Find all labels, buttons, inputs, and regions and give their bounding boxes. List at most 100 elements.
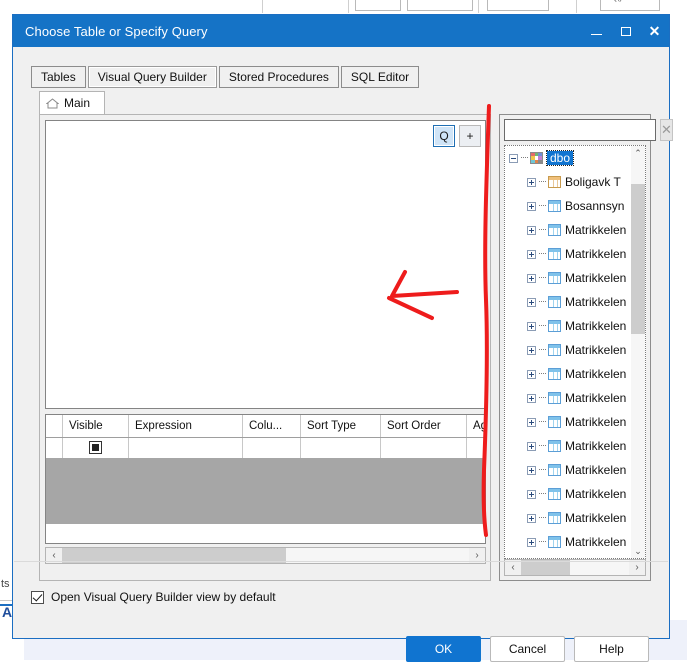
grid-header-aggregate[interactable]: Aggregate: [466, 415, 485, 438]
tree-node-matrikkelen[interactable]: Matrikkelen: [505, 506, 632, 530]
expand-icon[interactable]: [527, 369, 536, 379]
expand-icon[interactable]: [527, 393, 536, 403]
tree-connector: [539, 469, 546, 471]
expand-icon[interactable]: [527, 249, 536, 259]
subtab-main[interactable]: Main: [39, 91, 105, 114]
canvas-toolbar: Q +: [433, 125, 481, 147]
tree-node-boligavk-t[interactable]: Boligavk T: [505, 170, 632, 194]
open-by-default-checkbox[interactable]: [31, 590, 44, 604]
tree-node-bosannsyn[interactable]: Bosannsyn: [505, 194, 632, 218]
tree-node-label: Matrikkelen: [565, 271, 627, 285]
tab-tables[interactable]: Tables: [31, 66, 86, 88]
grid-header-expression[interactable]: Expression: [128, 415, 243, 438]
visible-checkbox[interactable]: [89, 441, 102, 454]
tree-node-label: Matrikkelen: [565, 343, 627, 357]
expand-icon[interactable]: [527, 345, 536, 355]
expand-icon[interactable]: [527, 465, 536, 475]
object-tree-panel: ✕ dbo Boligavk T Bosannsyn Matrikkelen M…: [499, 114, 673, 581]
grid-header-sort-order[interactable]: Sort Order: [380, 415, 467, 438]
tree-node-matrikkelen[interactable]: Matrikkelen: [505, 314, 632, 338]
tree-node-matrikkelen[interactable]: Matrikkelen: [505, 530, 632, 554]
background-cell: Alt + Ctrl00: [487, 0, 549, 11]
tree-node-matrikkelen[interactable]: Matrikkelen: [505, 266, 632, 290]
tree-node-matrikkelen[interactable]: Matrikkelen: [505, 482, 632, 506]
expand-icon[interactable]: [527, 177, 536, 187]
grid-header-visible[interactable]: Visible: [62, 415, 129, 438]
expand-icon[interactable]: [527, 225, 536, 235]
tree-node-label: Matrikkelen: [565, 439, 627, 453]
table-icon: [548, 320, 561, 332]
expand-icon[interactable]: [527, 537, 536, 547]
expand-icon[interactable]: [527, 297, 536, 307]
table-icon: [548, 344, 561, 356]
tree-node-matrikkelen[interactable]: Matrikkelen: [505, 434, 632, 458]
grid-header-column[interactable]: Colu...: [242, 415, 301, 438]
dialog-titlebar[interactable]: Choose Table or Specify Query ✕: [13, 15, 669, 47]
columns-grid[interactable]: Visible Expression Colu... Sort Type Sor…: [45, 414, 486, 544]
tree-connector: [539, 277, 546, 279]
tab-label: SQL Editor: [350, 70, 410, 84]
expand-icon[interactable]: [527, 513, 536, 523]
search-input[interactable]: [504, 119, 656, 141]
tree-connector: [539, 541, 546, 543]
tree-node-dbo[interactable]: dbo: [505, 146, 632, 170]
tab-label: Stored Procedures: [228, 70, 329, 84]
tree-node-matrikkelen[interactable]: Matrikkelen: [505, 338, 632, 362]
expand-icon[interactable]: [527, 489, 536, 499]
tree-node-matrikkelen[interactable]: Matrikkelen: [505, 458, 632, 482]
scroll-up-icon[interactable]: ⌃: [631, 146, 645, 160]
tree-hscroll-thumb[interactable]: [521, 560, 570, 575]
ok-button[interactable]: OK: [406, 636, 481, 662]
tab-sql-editor[interactable]: SQL Editor: [340, 66, 420, 88]
tree-node-matrikkelen[interactable]: Matrikkelen: [505, 410, 632, 434]
open-by-default-row[interactable]: Open Visual Query Builder view by defaul…: [31, 590, 276, 604]
expand-icon[interactable]: [527, 201, 536, 211]
clear-search-button[interactable]: ✕: [660, 119, 673, 141]
tree-node-label: Matrikkelen: [565, 247, 627, 261]
table-icon: [548, 200, 561, 212]
dialog-button-row: OK Cancel Help: [406, 636, 649, 662]
expand-icon[interactable]: [527, 417, 536, 427]
tree-node-matrikkelen[interactable]: Matrikkelen: [505, 242, 632, 266]
table-icon: [548, 392, 561, 404]
maximize-button[interactable]: [611, 15, 640, 47]
grid-header-sort-type[interactable]: Sort Type: [300, 415, 381, 438]
table-icon: [548, 464, 561, 476]
tree-node-label: Matrikkelen: [565, 415, 627, 429]
scroll-down-icon[interactable]: ⌄: [631, 544, 645, 558]
tree-node-matrikkelen[interactable]: Matrikkelen: [505, 218, 632, 242]
tree-connector: [539, 445, 546, 447]
tree-node-matrikkelen[interactable]: Matrikkelen: [505, 290, 632, 314]
tree-node-matrikkelen[interactable]: Matrikkelen: [505, 362, 632, 386]
tree-vertical-scrollbar[interactable]: ⌃ ⌄: [631, 146, 645, 558]
tree-view[interactable]: dbo Boligavk T Bosannsyn Matrikkelen Matrik…: [504, 145, 646, 559]
cancel-button[interactable]: Cancel: [490, 636, 565, 662]
expand-icon[interactable]: [527, 273, 536, 283]
tree-node-matrikkelen[interactable]: Matrikkelen: [505, 386, 632, 410]
expand-icon[interactable]: [527, 441, 536, 451]
table-icon: [548, 248, 561, 260]
tree-node-norsk-taks[interactable]: Norsk Taks: [505, 554, 632, 558]
add-tool-button[interactable]: +: [459, 125, 481, 147]
tab-visual-query-builder[interactable]: Visual Query Builder: [87, 66, 217, 88]
table-icon: [548, 416, 561, 428]
tab-stored-procedures[interactable]: Stored Procedures: [218, 66, 339, 88]
help-button[interactable]: Help: [574, 636, 649, 662]
background-label-a: A: [2, 604, 13, 620]
close-button[interactable]: ✕: [640, 15, 669, 47]
collapse-icon[interactable]: [509, 153, 518, 163]
minimize-button[interactable]: [582, 15, 611, 47]
tree-connector: [539, 493, 546, 495]
tree-hscroll-track[interactable]: [521, 560, 629, 575]
expand-icon[interactable]: [527, 321, 536, 331]
tree-node-label: Matrikkelen: [565, 391, 627, 405]
tree-connector: [521, 157, 528, 159]
footer-separator: [14, 561, 668, 562]
ok-button-label: OK: [434, 642, 453, 656]
tree-node-label: Matrikkelen: [565, 367, 627, 381]
scroll-left-icon[interactable]: ‹: [505, 560, 521, 575]
scroll-right-icon[interactable]: ›: [629, 560, 645, 575]
query-tool-button[interactable]: Q: [433, 125, 455, 147]
tree-scroll-thumb[interactable]: [631, 184, 645, 334]
diagram-canvas[interactable]: Q +: [45, 120, 486, 409]
